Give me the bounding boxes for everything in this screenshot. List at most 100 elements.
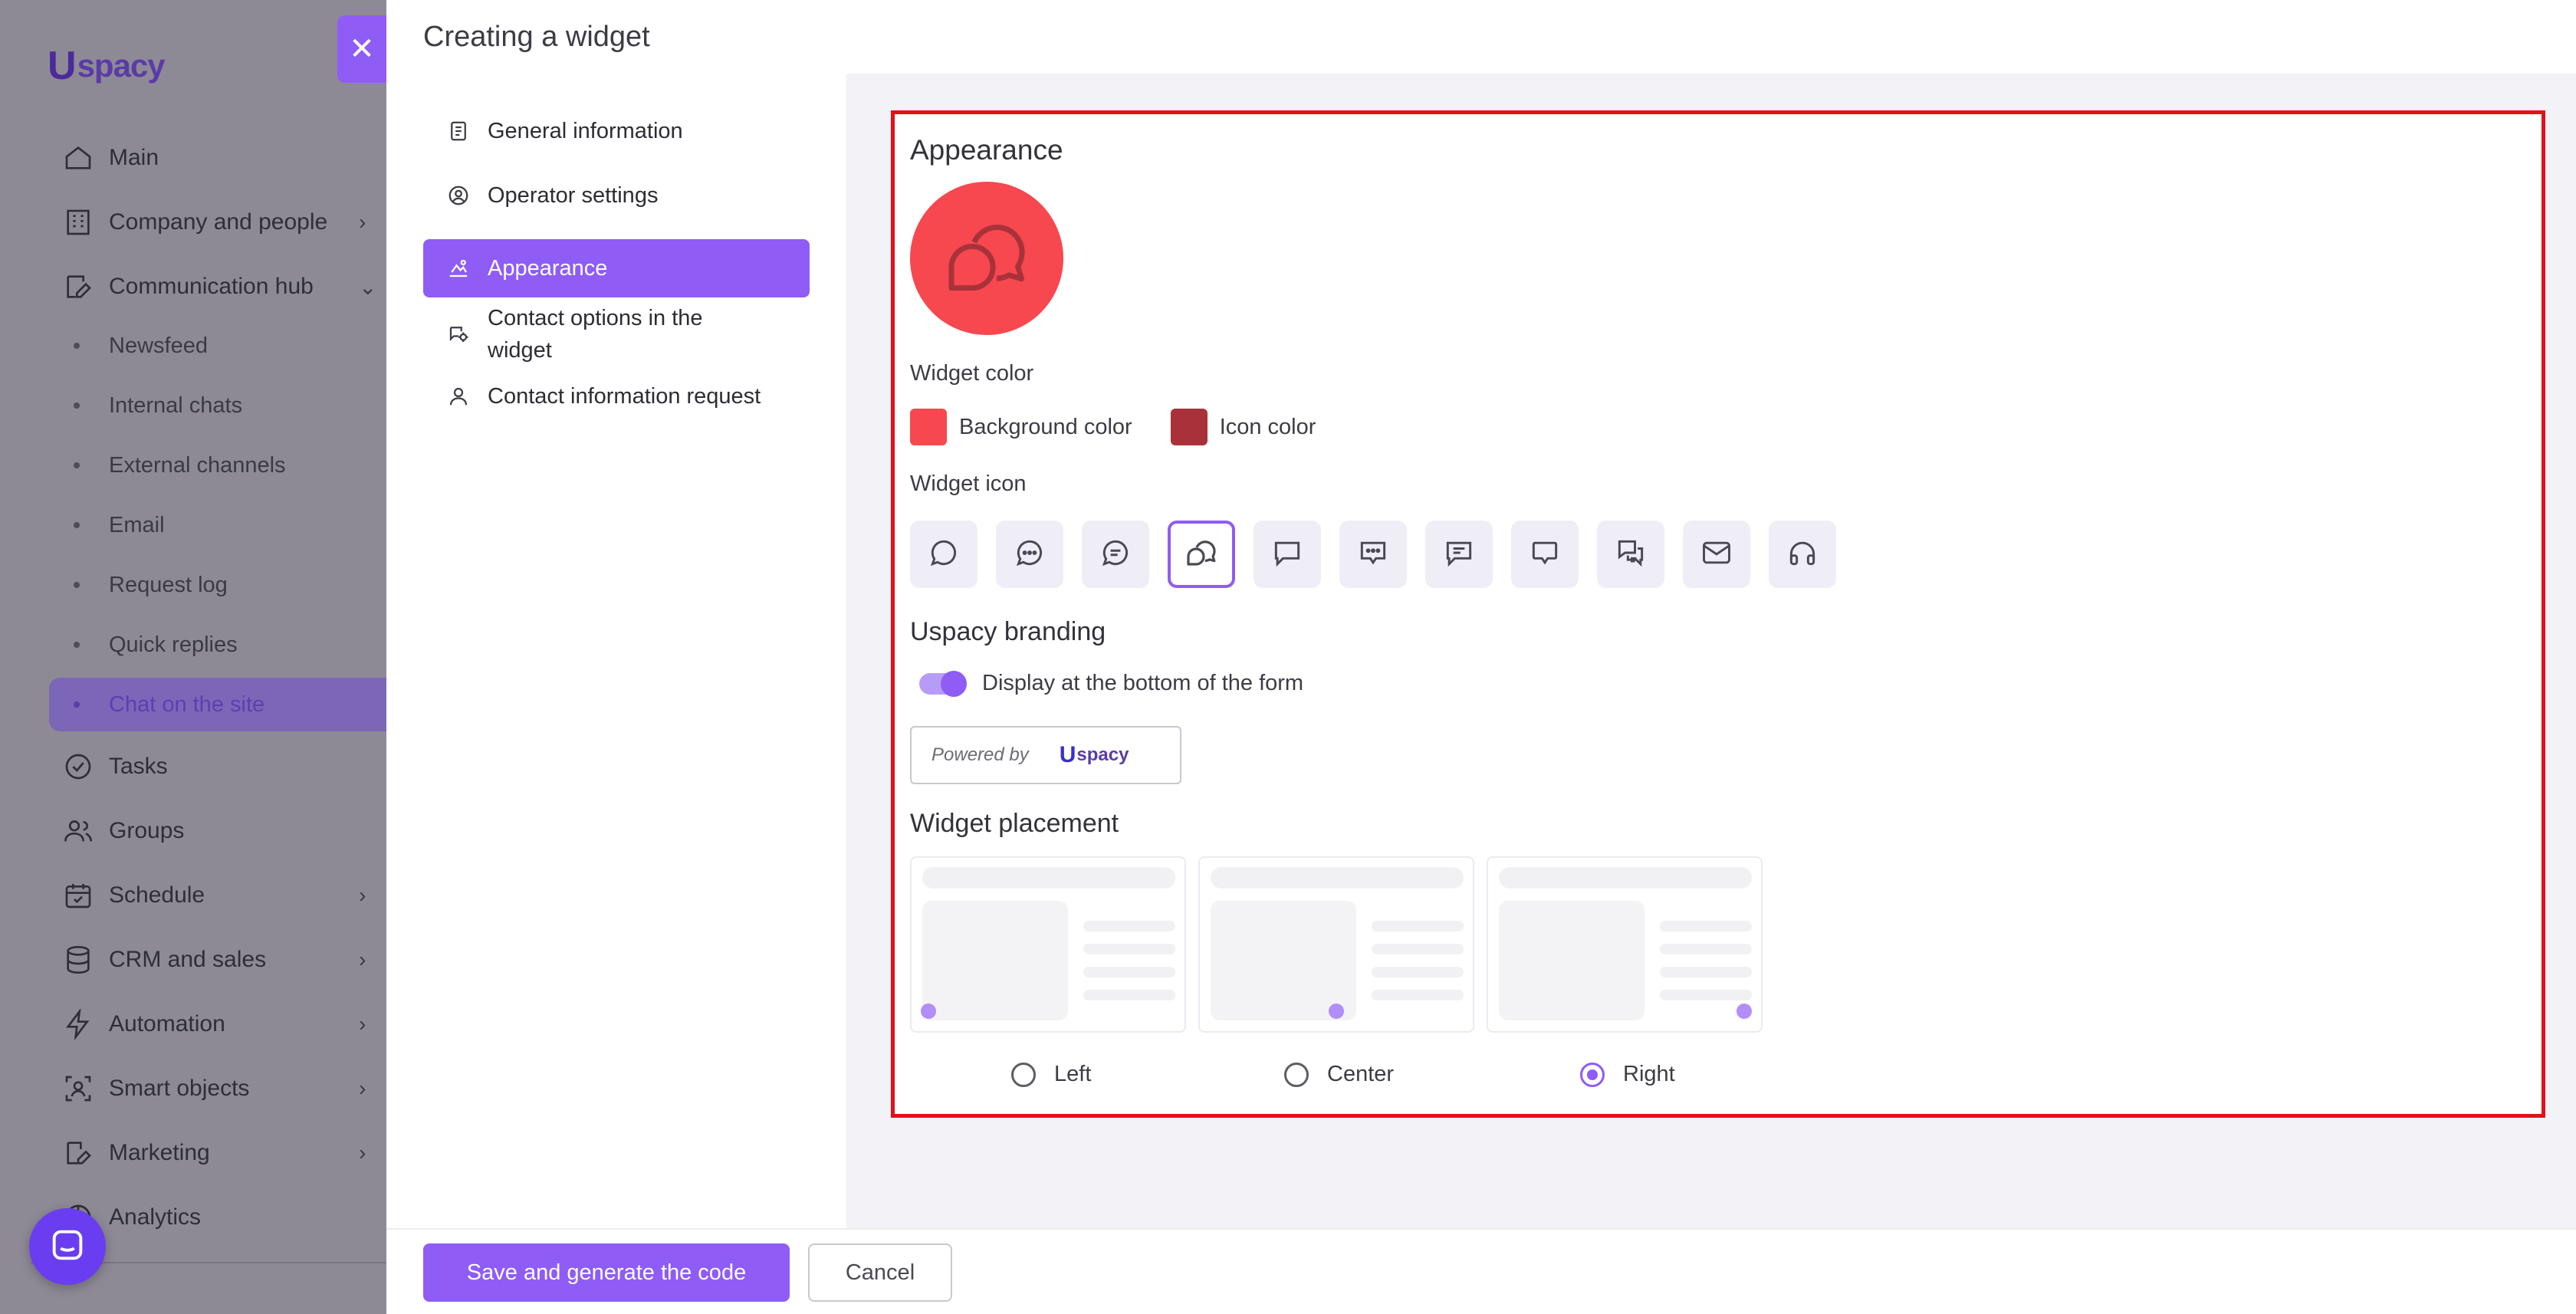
menu-item-appearance[interactable]: Appearance [423,239,810,297]
uspacy-logo: Uspacy [48,44,166,88]
panel-header: Creating a widget [386,0,2576,74]
widget-position-dot [921,1004,936,1019]
subnav-item-email[interactable]: Email [0,498,386,552]
chevron-down-icon: ⌄ [359,274,377,299]
chat-double-icon [937,207,1037,310]
placement-option-right[interactable]: Right [1580,1062,1675,1087]
chat-settings-icon [445,320,472,348]
chevron-right-icon: › [359,1012,366,1036]
chat-dots-icon [1013,536,1046,573]
person-icon [445,383,472,410]
home-icon [61,141,95,175]
chat-round-icon [927,536,961,573]
chevron-right-icon: › [359,1141,366,1165]
widget-preview [910,182,1063,335]
icon-color-label: Icon color [1219,414,1316,439]
widget-icon-options [910,521,1836,588]
icon-option-chat-square[interactable] [1254,521,1321,588]
subnav-item-quick-replies[interactable]: Quick replies [0,618,386,672]
widget-position-dot [1329,1004,1344,1019]
nav-item-crm[interactable]: CRM and sales › [0,929,386,990]
subnav-item-internal-chats[interactable]: Internal chats [0,379,386,432]
save-and-generate-button[interactable]: Save and generate the code [423,1243,790,1302]
branding-toggle[interactable] [919,670,967,697]
chevron-right-icon: › [359,210,366,234]
icon-option-chat-speech[interactable] [1511,521,1579,588]
radio-center[interactable] [1284,1062,1309,1087]
chat-square-dots-icon [1356,536,1390,573]
uspacy-logo-small: Uspacy [1059,742,1129,767]
scan-icon [61,1072,95,1105]
placement-preview-right[interactable] [1487,856,1763,1033]
chat-double-icon [1183,534,1220,575]
database-icon [61,943,95,977]
chat-lines-icon [1099,536,1132,573]
icon-option-chat-square-lines[interactable] [1425,521,1493,588]
close-panel-button[interactable]: ✕ [337,15,386,83]
icon-color-swatch[interactable] [1170,409,1208,445]
app-sidebar: Uspacy Main Company and people › Communi… [0,0,386,1314]
nav-item-tasks[interactable]: Tasks [0,736,386,797]
chevron-right-icon: › [359,948,366,971]
document-icon [445,117,472,145]
user-circle-icon [445,182,472,209]
menu-item-general-information[interactable]: General information [423,104,810,158]
cancel-button[interactable]: Cancel [808,1243,952,1302]
placement-previews [910,856,1763,1033]
chat-bubble-icon [48,1225,87,1269]
appearance-card: Appearance Widget color Background color… [891,110,2545,1118]
icon-option-mail[interactable] [1683,521,1750,588]
radio-left[interactable] [1011,1062,1036,1087]
icon-option-chat-dots[interactable] [996,521,1063,588]
nav-item-smart-objects[interactable]: Smart objects › [0,1058,386,1119]
lightning-icon [61,1007,95,1041]
panel-footer: Save and generate the code Cancel [386,1228,2576,1314]
icon-option-chat-round[interactable] [910,521,978,588]
chat-multi-icon [1614,536,1648,573]
widget-color-row: Background color Icon color [910,409,1354,445]
megaphone-icon [61,1136,95,1170]
edit-chat-icon [61,270,95,304]
brush-icon [445,255,472,282]
icon-option-headphones[interactable] [1769,521,1836,588]
nav-item-groups[interactable]: Groups [0,800,386,862]
menu-item-contact-information-request[interactable]: Contact information request [423,370,810,423]
background-color-swatch[interactable] [910,409,947,445]
users-icon [61,814,95,848]
chevron-right-icon: › [359,1076,366,1100]
close-icon: ✕ [349,32,375,66]
subnav-item-request-log[interactable]: Request log [0,558,386,612]
calendar-icon [61,879,95,912]
nav-item-schedule[interactable]: Schedule › [0,865,386,926]
subnav-item-newsfeed[interactable]: Newsfeed [0,319,386,373]
menu-item-contact-options[interactable]: Contact options in the widget [423,299,810,370]
placement-preview-left[interactable] [910,856,1186,1033]
chat-speech-icon [1528,536,1562,573]
placement-preview-center[interactable] [1198,856,1474,1033]
icon-option-chat-square-dots[interactable] [1339,521,1407,588]
subnav-item-external-channels[interactable]: External channels [0,439,386,492]
icon-option-chat-double[interactable] [1168,521,1235,588]
placement-option-left[interactable]: Left [1011,1062,1091,1087]
chevron-right-icon: › [359,883,366,907]
widget-placement-title: Widget placement [910,809,1119,838]
building-icon [61,205,95,239]
subnav-item-chat-on-site[interactable]: Chat on the site [49,678,386,731]
nav-item-automation[interactable]: Automation › [0,994,386,1055]
widget-position-dot [1737,1004,1752,1019]
appearance-title: Appearance [910,134,1063,166]
nav-item-company[interactable]: Company and people › [0,192,386,253]
nav-item-marketing[interactable]: Marketing › [0,1122,386,1184]
branding-toggle-label: Display at the bottom of the form [982,671,1304,695]
icon-option-chat-lines[interactable] [1082,521,1149,588]
background-color-label: Background color [959,414,1132,439]
powered-by-text: Powered by [932,744,1029,765]
icon-option-chat-multi[interactable] [1597,521,1664,588]
radio-right[interactable] [1580,1062,1605,1087]
placement-option-center[interactable]: Center [1284,1062,1394,1087]
nav-item-main[interactable]: Main [0,127,386,189]
menu-item-operator-settings[interactable]: Operator settings [423,169,810,222]
chat-square-lines-icon [1442,536,1476,573]
nav-item-communication-hub[interactable]: Communication hub ⌄ [0,256,386,317]
support-chat-button[interactable] [29,1208,106,1285]
